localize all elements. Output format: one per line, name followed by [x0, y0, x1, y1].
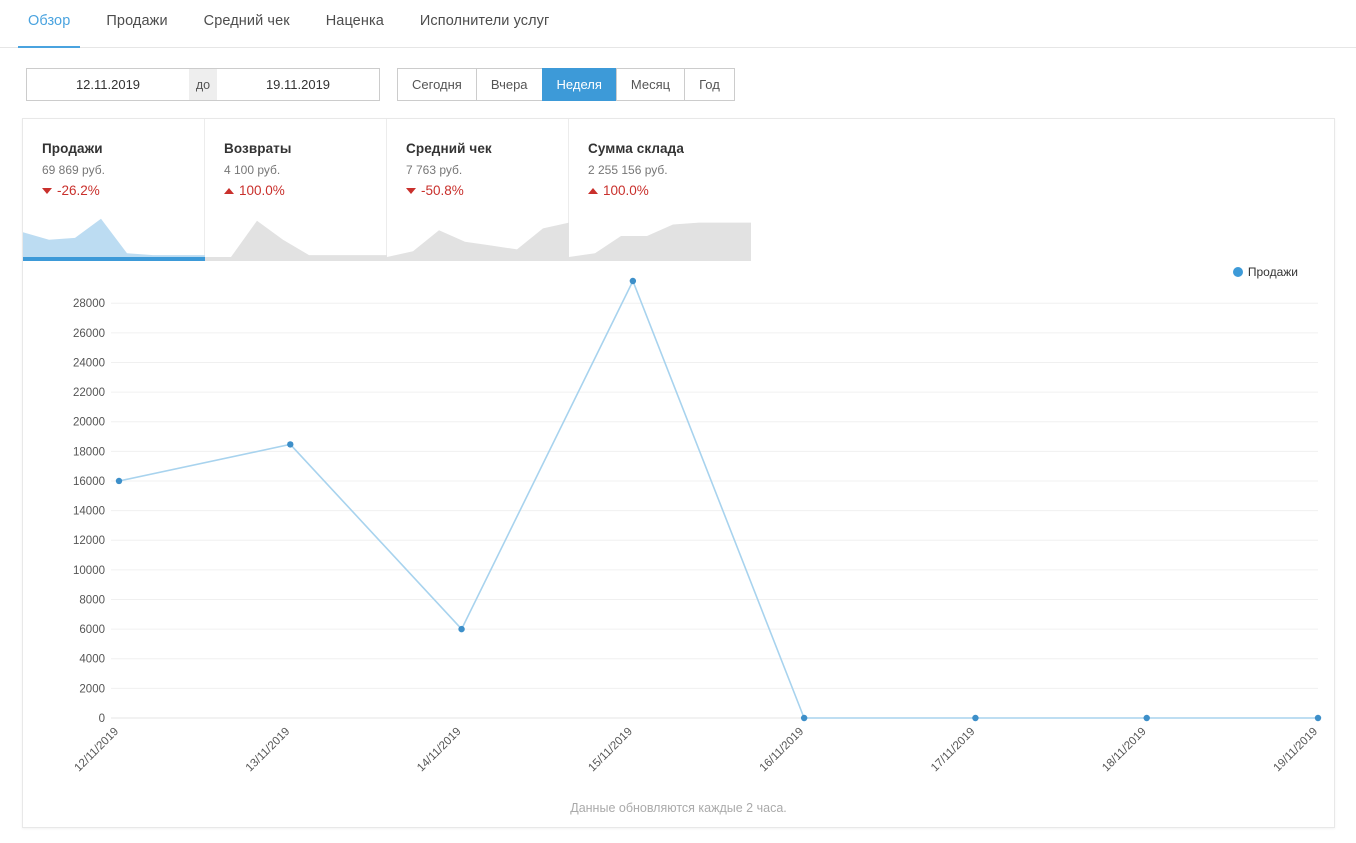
tab-natsenka[interactable]: Наценка: [308, 0, 402, 48]
x-axis-tick-label: 13/11/2019: [244, 726, 293, 775]
kpi-delta: -26.2%: [42, 183, 204, 198]
y-axis-tick-label: 20000: [73, 417, 105, 429]
data-point[interactable]: [629, 277, 637, 285]
data-point[interactable]: [115, 477, 123, 485]
tab-label: Наценка: [325, 13, 384, 29]
kpi-sparkline: [205, 209, 387, 261]
tab-obzor[interactable]: Обзор: [10, 0, 88, 48]
period-button-week[interactable]: Неделя: [541, 68, 616, 101]
kpi-card-vozvraty[interactable]: Возвраты 4 100 руб. 100.0%: [205, 119, 387, 261]
y-axis-tick-label: 2000: [79, 683, 105, 695]
date-from-input[interactable]: 12.11.2019: [26, 68, 189, 101]
caret-down-icon: [42, 187, 52, 194]
kpi-value: 7 763 руб.: [406, 163, 463, 177]
x-axis-tick-label: 14/11/2019: [415, 726, 464, 775]
dashboard-panel: Продажи 69 869 руб. -26.2% Возвраты 4 10…: [22, 118, 1335, 828]
kpi-value: 4 100 руб.: [224, 163, 281, 177]
x-axis-tick-label: 16/11/2019: [758, 726, 807, 775]
chart-footnote: Данные обновляются каждые 2 часа.: [570, 801, 787, 815]
kpi-title: Возвраты: [224, 141, 292, 156]
series-line-prodazhi: [118, 279, 1318, 719]
dashboard-page: Обзор Продажи Средний чек Наценка Исполн…: [0, 0, 1356, 843]
tab-ispolniteli-uslug[interactable]: Исполнители услуг: [402, 0, 568, 48]
x-axis-tick-label: 19/11/2019: [1272, 726, 1321, 775]
caret-up-icon: [588, 187, 598, 194]
period-button-year[interactable]: Год: [684, 68, 735, 101]
tab-label: Обзор: [28, 13, 71, 29]
data-point[interactable]: [1143, 714, 1150, 722]
y-axis-tick-label: 28000: [73, 298, 105, 310]
y-axis-tick-label: 10000: [73, 565, 105, 577]
data-point[interactable]: [287, 441, 294, 448]
y-axis-tick-label: 26000: [73, 328, 105, 340]
kpi-delta-label: -26.2%: [57, 183, 100, 198]
data-point[interactable]: [1314, 714, 1322, 722]
tab-prodazhi[interactable]: Продажи: [88, 0, 185, 48]
y-axis-tick-label: 4000: [79, 654, 105, 666]
y-axis-tick-label: 24000: [73, 357, 105, 369]
kpi-value: 2 255 156 руб.: [588, 163, 668, 177]
kpi-delta-label: 100.0%: [603, 183, 649, 198]
tab-label: Средний чек: [203, 13, 290, 29]
data-point[interactable]: [458, 625, 465, 633]
caret-up-icon: [224, 187, 234, 194]
kpi-delta: 100.0%: [588, 183, 751, 198]
kpi-delta: 100.0%: [224, 183, 386, 198]
y-axis-tick-label: 8000: [79, 594, 105, 606]
y-axis-tick-label: 22000: [73, 387, 105, 399]
main-tabbar: Обзор Продажи Средний чек Наценка Исполн…: [0, 0, 1356, 48]
period-button-today[interactable]: Сегодня: [397, 68, 476, 101]
kpi-title: Сумма склада: [588, 141, 684, 156]
tab-sredniy-chek[interactable]: Средний чек: [186, 0, 308, 48]
kpi-delta: -50.8%: [406, 183, 568, 198]
x-axis-tick-label: 17/11/2019: [929, 726, 978, 775]
kpi-sparkline: [387, 209, 569, 261]
date-range-separator: до: [189, 68, 217, 101]
kpi-card-summa-sklada[interactable]: Сумма склада 2 255 156 руб. 100.0%: [569, 119, 751, 261]
x-axis-tick-label: 12/11/2019: [73, 726, 122, 775]
x-axis-tick-label: 18/11/2019: [1100, 726, 1149, 775]
period-button-month[interactable]: Месяц: [615, 68, 685, 101]
kpi-title: Продажи: [42, 141, 103, 156]
kpi-card-sredniy-chek[interactable]: Средний чек 7 763 руб. -50.8%: [387, 119, 569, 261]
y-axis-tick-label: 6000: [79, 624, 105, 636]
date-range-picker: 12.11.2019 до 19.11.2019: [26, 68, 380, 101]
date-to-input[interactable]: 19.11.2019: [217, 68, 380, 101]
caret-down-icon: [406, 187, 416, 194]
kpi-card-row: Продажи 69 869 руб. -26.2% Возвраты 4 10…: [23, 119, 751, 261]
x-axis-tick-label: 15/11/2019: [586, 726, 635, 775]
data-point[interactable]: [800, 714, 808, 722]
data-point[interactable]: [972, 714, 979, 722]
kpi-delta-label: 100.0%: [239, 183, 285, 198]
period-button-group: Сегодня Вчера Неделя Месяц Год: [397, 68, 735, 101]
chart-canvas: 0 2000 4000 6000 8000 10000 12000 14000 16000 180…: [73, 277, 1322, 775]
sales-chart: Продажи 0 2000 4000 6000 8000 10000 12000 14000…: [23, 261, 1334, 827]
kpi-delta-label: -50.8%: [421, 183, 464, 198]
filter-toolbar: 12.11.2019 до 19.11.2019 Сегодня Вчера Н…: [26, 68, 735, 101]
y-axis-tick-label: 14000: [73, 506, 105, 518]
kpi-sparkline: [569, 209, 751, 261]
y-axis-tick-label: 0: [99, 713, 105, 725]
tab-label: Исполнители услуг: [419, 13, 550, 29]
kpi-title: Средний чек: [406, 141, 492, 156]
y-axis-tick-label: 16000: [73, 476, 105, 488]
kpi-card-prodazhi[interactable]: Продажи 69 869 руб. -26.2%: [23, 119, 205, 261]
period-button-yesterday[interactable]: Вчера: [475, 68, 542, 101]
y-axis-tick-label: 18000: [73, 446, 105, 458]
kpi-value: 69 869 руб.: [42, 163, 105, 177]
kpi-sparkline: [23, 209, 205, 261]
y-axis-tick-label: 12000: [73, 535, 105, 547]
tab-label: Продажи: [106, 13, 168, 29]
